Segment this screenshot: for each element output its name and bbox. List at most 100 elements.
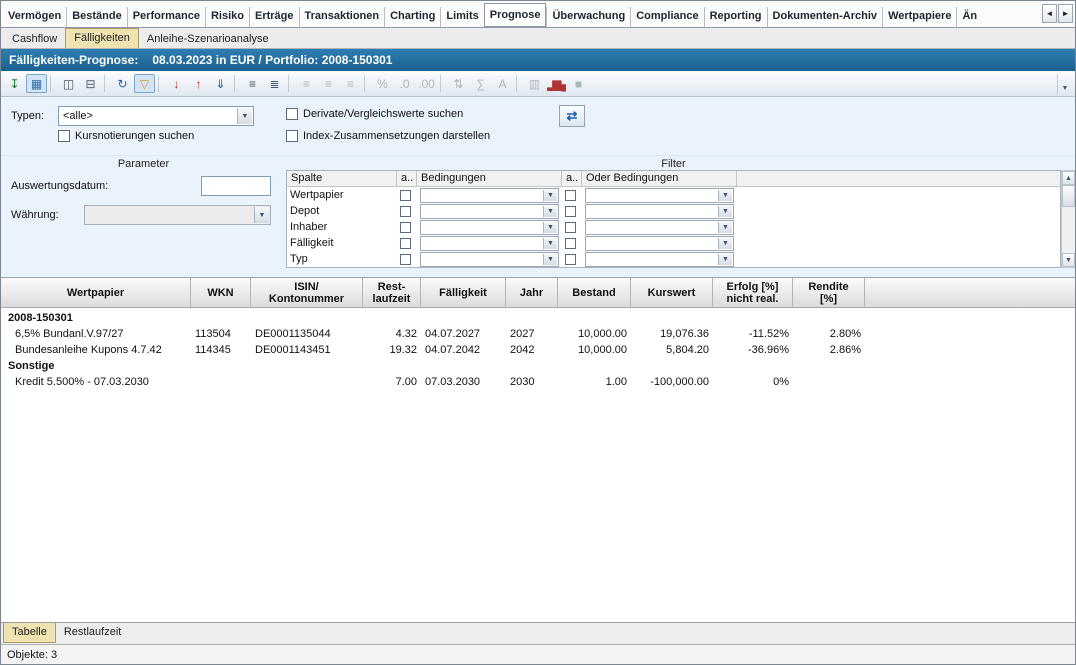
column-header-0[interactable]: Wertpapier: [1, 278, 191, 307]
table-cell-7: 5,804.20: [631, 344, 713, 356]
tab-Performance[interactable]: Performance: [127, 7, 205, 27]
subtotals-icon[interactable]: ≣: [264, 74, 285, 93]
table-cell-0: 6,5% Bundanl.V.97/27: [1, 328, 191, 340]
filter-or-condition-select[interactable]: ▼: [585, 236, 734, 251]
filter-icon[interactable]: ▽: [134, 74, 155, 93]
outline-level-icon[interactable]: ≡: [242, 74, 263, 93]
toolbar-overflow-button[interactable]: ▼: [1057, 74, 1072, 94]
stop-icon: ■: [568, 74, 589, 93]
chevron-down-icon: ▼: [237, 108, 252, 124]
filter-or-checkbox[interactable]: [565, 206, 576, 217]
tab-Überwachung[interactable]: Überwachung: [546, 7, 630, 27]
filter-scrollbar[interactable]: ▲ ▼: [1061, 170, 1076, 268]
align-right-icon: ≡: [340, 74, 361, 93]
bottomtab-Restlaufzeit[interactable]: Restlaufzeit: [56, 623, 129, 641]
column-header-4[interactable]: Fälligkeit: [421, 278, 506, 307]
bottom-tab-strip: TabelleRestlaufzeit: [3, 623, 129, 644]
chart-table-view-icon[interactable]: ▦: [26, 74, 47, 93]
derivate-checkbox[interactable]: [286, 108, 298, 120]
load-values-icon[interactable]: ⇓: [210, 74, 231, 93]
table-group-row[interactable]: 2008-150301: [1, 310, 1075, 326]
tab-Dokumenten-Archiv[interactable]: Dokumenten-Archiv: [767, 7, 883, 27]
filter-table: Spaltea..Bedingungena..Oder Bedingungen …: [286, 170, 1061, 268]
tab-Än[interactable]: Än: [956, 7, 982, 27]
filter-and-checkbox[interactable]: [400, 190, 411, 201]
typen-select[interactable]: <alle> ▼: [58, 106, 254, 126]
column-header-9[interactable]: Rendite [%]: [793, 278, 865, 307]
filter-or-checkbox[interactable]: [565, 190, 576, 201]
filter-cell: [397, 251, 417, 267]
filter-or-condition-select[interactable]: ▼: [585, 188, 734, 203]
copy-view-icon[interactable]: ◫: [58, 74, 79, 93]
subtab-Fälligkeiten[interactable]: Fälligkeiten: [65, 28, 139, 48]
column-header-1[interactable]: WKN: [191, 278, 251, 307]
refresh-icon[interactable]: ↻: [112, 74, 133, 93]
scroll-up-button[interactable]: ▲: [1062, 171, 1075, 185]
tab-scroll-left-button[interactable]: ◄: [1042, 4, 1057, 23]
tab-scroll-right-button[interactable]: ►: [1058, 4, 1073, 23]
filter-rows: Wertpapier▼▼Depot▼▼Inhaber▼▼Fälligkeit▼▼…: [287, 187, 1060, 267]
filter-or-checkbox[interactable]: [565, 222, 576, 233]
filter-cell: [562, 235, 582, 251]
table-row[interactable]: 6,5% Bundanl.V.97/27113504DE00011350444.…: [1, 326, 1075, 342]
table-row[interactable]: Bundesanleihe Kupons 4.7.42114345DE00011…: [1, 342, 1075, 358]
sort-ascending-icon[interactable]: ↑: [188, 74, 209, 93]
scroll-down-button[interactable]: ▼: [1062, 253, 1075, 267]
sort-descending-icon[interactable]: ↓: [166, 74, 187, 93]
tab-Compliance[interactable]: Compliance: [630, 7, 703, 27]
remove-decimal-icon: .00: [416, 74, 437, 93]
auswertungsdatum-input[interactable]: [201, 176, 271, 196]
column-header-5[interactable]: Jahr: [506, 278, 558, 307]
filter-scrollbar-thumb[interactable]: [1062, 185, 1075, 207]
derivate-row: Derivate/Vergleichswerte suchen: [286, 108, 463, 120]
filter-row-Inhaber: Inhaber▼▼: [287, 219, 1060, 235]
column-header-2[interactable]: ISIN/ Kontonummer: [251, 278, 363, 307]
column-header-7[interactable]: Kurswert: [631, 278, 713, 307]
tab-Bestände[interactable]: Bestände: [66, 7, 127, 27]
subtab-Cashflow[interactable]: Cashflow: [4, 30, 65, 48]
filter-scrollbar-track[interactable]: [1062, 185, 1075, 253]
tab-Risiko[interactable]: Risiko: [205, 7, 249, 27]
subtab-Anleihe-Szenarioanalyse[interactable]: Anleihe-Szenarioanalyse: [139, 30, 277, 48]
tab-Transaktionen[interactable]: Transaktionen: [299, 7, 385, 27]
portfolio-app-window: VermögenBeständePerformanceRisikoErträge…: [0, 0, 1076, 665]
column-header-8[interactable]: Erfolg [%] nicht real.: [713, 278, 793, 307]
column-header-3[interactable]: Rest- laufzeit: [363, 278, 421, 307]
filter-or-checkbox[interactable]: [565, 254, 576, 265]
filter-and-checkbox[interactable]: [400, 254, 411, 265]
filter-cell: ▼: [417, 187, 562, 203]
bottomtab-Tabelle[interactable]: Tabelle: [3, 623, 56, 643]
filter-condition-select[interactable]: ▼: [420, 204, 559, 219]
filter-and-checkbox[interactable]: [400, 238, 411, 249]
column-header-6[interactable]: Bestand: [558, 278, 631, 307]
filter-and-checkbox[interactable]: [400, 222, 411, 233]
filter-condition-select[interactable]: ▼: [420, 252, 559, 267]
table-group-row[interactable]: Sonstige: [1, 358, 1075, 374]
object-count-label: Objekte: 3: [7, 649, 57, 661]
filter-condition-select[interactable]: ▼: [420, 236, 559, 251]
index-checkbox[interactable]: [286, 130, 298, 142]
filter-column-label: Fälligkeit: [287, 235, 397, 251]
tab-Prognose[interactable]: Prognose: [484, 3, 547, 27]
tab-Vermögen[interactable]: Vermögen: [3, 7, 66, 27]
kursnotierungen-checkbox[interactable]: [58, 130, 70, 142]
filter-or-checkbox[interactable]: [565, 238, 576, 249]
filter-or-condition-select[interactable]: ▼: [585, 204, 734, 219]
tab-Wertpapiere[interactable]: Wertpapiere: [882, 7, 956, 27]
filter-condition-select[interactable]: ▼: [420, 220, 559, 235]
refresh-button[interactable]: ⇄: [559, 105, 585, 127]
table-row[interactable]: Kredit 5.500% - 07.03.20307.0007.03.2030…: [1, 374, 1075, 390]
filter-condition-select[interactable]: ▼: [420, 188, 559, 203]
split-view-icon[interactable]: ⊟: [80, 74, 101, 93]
chart-icon[interactable]: ▂▆▄: [546, 74, 567, 93]
filter-or-condition-select[interactable]: ▼: [585, 220, 734, 235]
tab-Limits[interactable]: Limits: [440, 7, 483, 27]
filter-and-checkbox[interactable]: [400, 206, 411, 217]
tab-Charting[interactable]: Charting: [384, 7, 440, 27]
filter-or-condition-select[interactable]: ▼: [585, 252, 734, 267]
toolbar-separator: [364, 75, 369, 92]
tab-Reporting[interactable]: Reporting: [704, 7, 767, 27]
waehrung-select[interactable]: ▼: [84, 205, 271, 225]
export-icon[interactable]: ↧: [4, 74, 25, 93]
tab-Erträge[interactable]: Erträge: [249, 7, 299, 27]
